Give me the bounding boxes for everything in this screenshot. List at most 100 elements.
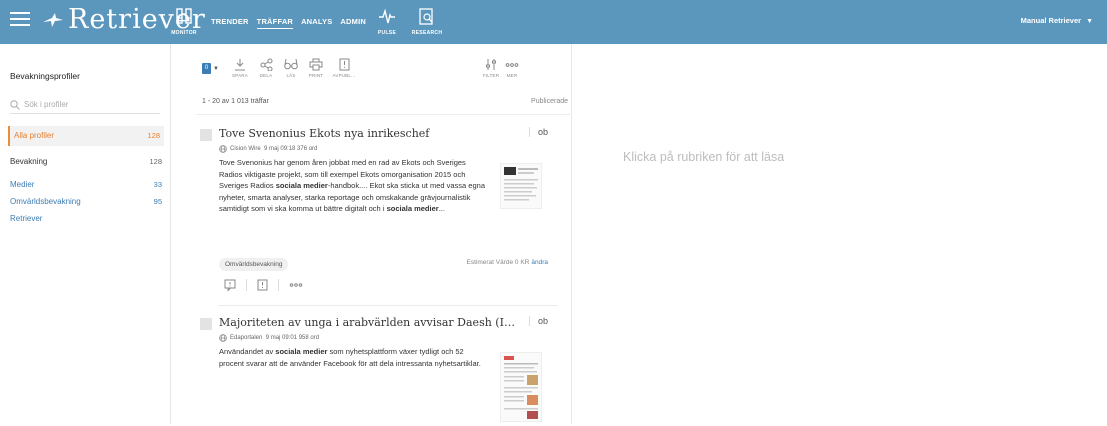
main-nav: TRENDER TRÄFFAR ANALYS ADMIN [211,17,366,29]
sidebar-item-alla-profiler[interactable]: Alla profiler 128 [8,126,164,146]
article-title[interactable]: Tove Svenonius Ekots nya inrikeschef [219,127,519,140]
share-icon [260,58,272,72]
select-dropdown[interactable]: 0 ▼ [202,62,220,75]
save-label: SPARA [232,73,248,78]
article-snippet: Tove Svenonius har genom åren jobbat med… [219,157,489,215]
thumbnail-image [504,167,538,201]
more-button[interactable]: MER [502,58,522,84]
selected-count: 0 [202,63,211,74]
sidebar-item-retriever[interactable]: Retriever [10,214,162,223]
source-name[interactable]: Cision Wire [230,146,261,152]
filter-icon [486,59,496,70]
retriever-bird-icon [43,12,63,27]
menu-icon[interactable] [10,12,30,28]
change-value-link[interactable]: ändra [531,259,548,266]
comment-icon[interactable] [224,279,236,291]
sidebar: Bevakningsprofiler Sök i profiler Alla p… [0,44,171,424]
article-thumbnail[interactable] [500,163,542,209]
caret-down-icon: ▼ [1086,18,1093,25]
reader-hint: Klicka på rubriken för att läsa [623,150,785,164]
sort-published[interactable]: Publicerade [531,98,568,105]
divider [246,279,247,291]
more-label: MER [506,73,518,78]
share-button[interactable]: DELA [256,58,276,84]
save-button[interactable]: SPARA [230,58,250,84]
article-item: Tove Svenonius Ekots nya inrikeschef ob … [200,127,558,307]
sidebar-item-medier[interactable]: Medier 33 [10,180,162,189]
nav-analys[interactable]: ANALYS [301,17,332,29]
nav-traffar[interactable]: TRÄFFAR [256,17,294,29]
read-button[interactable]: LÄS [281,58,301,84]
thumbnail-image [504,356,538,419]
caret-down-icon: ▼ [213,65,219,72]
globe-icon [219,334,227,342]
research-button[interactable]: RESEARCH [410,8,444,40]
document-icon[interactable] [257,279,268,291]
sidebar-item-count: 33 [153,180,162,189]
sidebar-item-bevakning[interactable]: Bevakning 128 [10,157,162,166]
pulse-icon [379,8,395,24]
search-icon [10,99,20,110]
article-badge[interactable]: ob [528,127,548,137]
pulse-button[interactable]: PULSE [372,8,402,40]
download-icon [235,59,245,71]
article-title[interactable]: Majoriteten av unga i arabvärlden avvisa… [219,316,519,329]
article-source: Cision Wire 9 maj 09:18 376 ord [219,145,317,153]
article-checkbox[interactable] [200,318,212,330]
binoculars-icon [176,8,192,24]
search-placeholder: Sök i profiler [24,100,69,109]
printer-icon [309,58,323,71]
article-list-panel: 0 ▼ SPARA DELA LÄS PRINT AVPUBL... FILTE… [196,44,570,424]
reader-panel: Klicka på rubriken för att läsa [571,44,1107,424]
read-label: LÄS [286,73,296,78]
pulse-label: PULSE [377,30,397,36]
globe-icon [219,145,227,153]
research-label: RESEARCH [411,30,443,36]
nav-trender[interactable]: TRENDER [211,17,249,29]
snippet-text: ... [438,204,445,214]
estimated-value: Estimerat Värde 0 KR ändra [467,259,548,266]
divider [278,279,279,291]
article-snippet: Användandet av sociala medier som nyhets… [219,346,489,369]
filter-button[interactable]: FILTER [481,58,501,84]
sidebar-item-label: Alla profiler [14,131,55,140]
filter-label: FILTER [482,73,500,78]
sidebar-item-label: Bevakning [10,157,48,166]
profile-tag[interactable]: Omvärldsbevakning [219,258,289,271]
divider [196,114,570,115]
estimated-value-label: Estimerat Värde 0 KR [466,259,530,266]
article-item: Majoriteten av unga i arabvärlden avvisa… [200,316,556,424]
glasses-icon [284,58,298,70]
snippet-highlight: sociala medier [386,204,439,214]
sidebar-item-label: Retriever [10,214,43,223]
user-name: Manual Retriever [1020,16,1082,25]
article-source: Edaportalen 9 maj 09:01 958 ord [219,334,319,342]
snippet-highlight: sociala medier [275,181,328,191]
article-actions [224,279,303,291]
snippet-highlight: sociala medier [275,347,328,356]
profile-search-input[interactable]: Sök i profiler [10,96,160,114]
sidebar-item-count: 128 [149,157,162,166]
divider [218,305,558,306]
print-button[interactable]: PRINT [305,58,327,84]
source-name[interactable]: Edaportalen [230,335,262,341]
sidebar-item-omvarldsbevakning[interactable]: Omvärldsbevakning 95 [10,197,162,206]
sidebar-item-count: 128 [147,131,160,140]
article-thumbnail[interactable] [500,352,542,422]
user-menu[interactable]: Manual Retriever ▼ [1021,16,1093,25]
hit-count: 1 - 20 av 1 013 träffar [202,98,269,105]
more-icon[interactable] [289,282,303,288]
sidebar-title: Bevakningsprofiler [10,71,80,81]
unpublish-button[interactable]: AVPUBL... [329,58,359,84]
nav-admin[interactable]: ADMIN [340,17,366,29]
sidebar-item-label: Omvärldsbevakning [10,197,81,206]
monitor-button[interactable]: MONITOR [164,8,204,40]
article-badge[interactable]: ob [528,316,548,326]
monitor-label: MONITOR [171,30,197,36]
article-checkbox[interactable] [200,129,212,141]
snippet-text: Användandet av [219,347,276,356]
more-icon [505,63,519,67]
article-meta: 9 maj 09:01 958 ord [265,335,320,341]
research-icon [419,8,433,25]
sidebar-item-label: Medier [10,180,35,189]
